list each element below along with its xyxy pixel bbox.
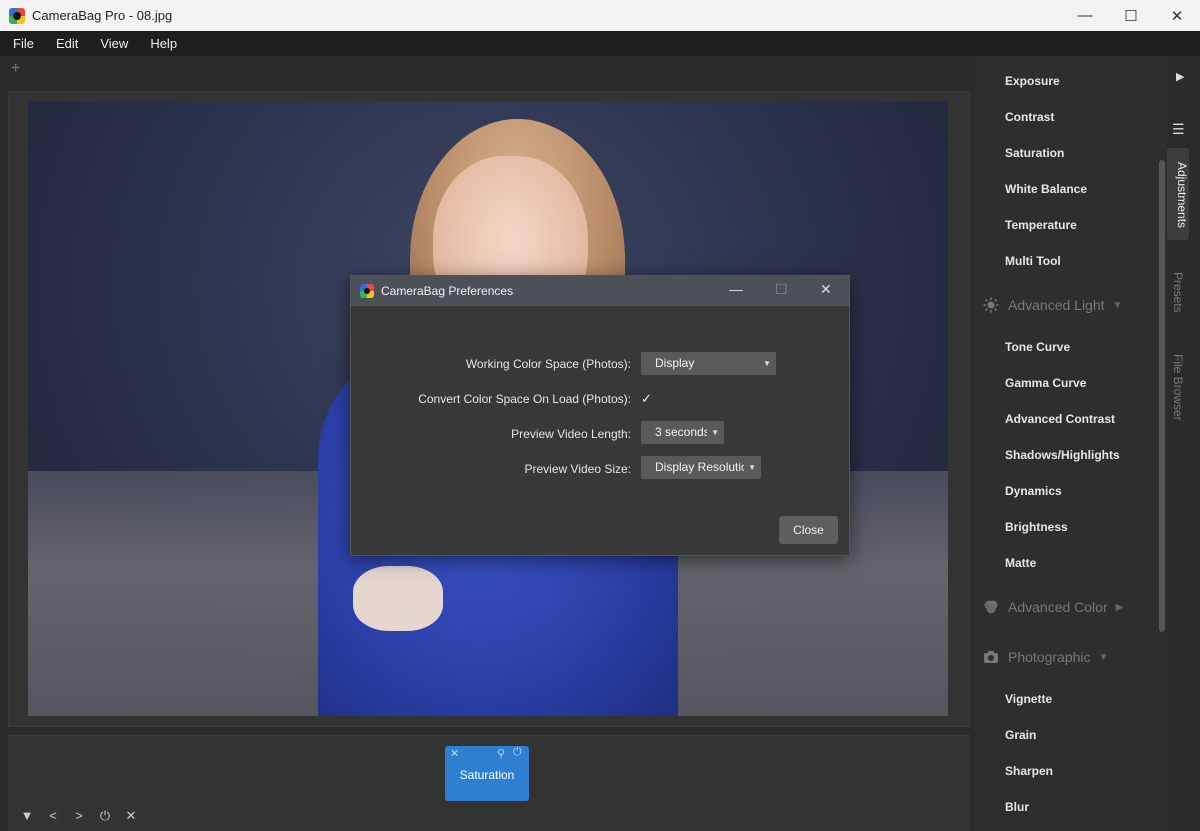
- camerabag-app-icon: [9, 7, 25, 24]
- adj-grain[interactable]: Grain: [1005, 728, 1036, 742]
- tab-adjustments[interactable]: Adjustments: [1167, 148, 1189, 240]
- close-button[interactable]: ✕: [1154, 0, 1200, 31]
- adj-multi-tool[interactable]: Multi Tool: [1005, 254, 1061, 268]
- adj-exposure[interactable]: Exposure: [1005, 74, 1060, 88]
- adj-contrast[interactable]: Contrast: [1005, 110, 1054, 124]
- chevron-down-icon: ▼: [1098, 651, 1109, 663]
- adj-temperature[interactable]: Temperature: [1005, 218, 1077, 232]
- adj-matte[interactable]: Matte: [1005, 556, 1036, 570]
- minimize-button[interactable]: —: [1062, 0, 1108, 31]
- adj-vignette[interactable]: Vignette: [1005, 692, 1052, 706]
- camera-icon: [983, 649, 999, 665]
- section-advanced-color[interactable]: Advanced Color ▶: [983, 599, 1123, 615]
- chip-pin-icon[interactable]: ⚲: [497, 747, 505, 760]
- sun-icon: [983, 297, 999, 313]
- preview-video-length-select[interactable]: 3 seconds ▼: [641, 421, 724, 444]
- play-icon[interactable]: ▶: [1176, 70, 1184, 83]
- color-icon: [983, 599, 999, 615]
- camerabag-app-icon: [360, 284, 374, 298]
- convert-color-space-label: Convert Color Space On Load (Photos):: [418, 392, 631, 406]
- dropdown-arrow-icon: ▼: [763, 359, 771, 368]
- select-value: Display: [655, 356, 695, 370]
- photo-hand: [353, 566, 443, 631]
- adj-shadows-highlights[interactable]: Shadows/Highlights: [1005, 448, 1120, 462]
- select-value: Display Resolution: [655, 460, 755, 474]
- working-color-space-select[interactable]: Display ▼: [641, 352, 776, 375]
- section-label: Photographic: [1008, 649, 1091, 665]
- working-color-space-label: Working Color Space (Photos):: [465, 357, 631, 371]
- preview-video-length-label: Preview Video Length:: [511, 427, 631, 441]
- title-bar: CameraBag Pro - 08.jpg — ☐ ✕: [0, 0, 1200, 31]
- menu-file[interactable]: File: [4, 36, 43, 51]
- previous-icon[interactable]: <: [40, 808, 66, 824]
- clear-icon[interactable]: ✕: [118, 808, 144, 824]
- dialog-title: CameraBag Preferences: [381, 284, 514, 298]
- chevron-down-icon: ▼: [1112, 299, 1123, 311]
- hamburger-menu-icon[interactable]: ☰: [1172, 121, 1185, 138]
- saturation-adjustment-chip[interactable]: ✕ ⚲ ⏻ Saturation: [445, 746, 529, 801]
- dropdown-arrow-icon: ▼: [707, 421, 719, 444]
- chip-label: Saturation: [459, 768, 515, 782]
- close-button[interactable]: Close: [779, 516, 838, 544]
- chip-power-icon[interactable]: ⏻: [513, 746, 522, 759]
- sidebar-scrollbar[interactable]: [1159, 160, 1165, 632]
- power-icon[interactable]: ⏻: [92, 808, 118, 824]
- maximize-button[interactable]: ☐: [1108, 0, 1154, 31]
- adj-sharpen[interactable]: Sharpen: [1005, 764, 1053, 778]
- adj-advanced-contrast[interactable]: Advanced Contrast: [1005, 412, 1115, 426]
- select-value: 3 seconds: [655, 425, 710, 439]
- dialog-close-icon[interactable]: ✕: [820, 281, 832, 298]
- menu-bar: File Edit View Help: [0, 31, 1200, 56]
- convert-color-space-checkbox[interactable]: ✓: [641, 391, 652, 407]
- collapse-icon[interactable]: ▼: [14, 808, 40, 824]
- adj-tone-curve[interactable]: Tone Curve: [1005, 340, 1070, 354]
- adj-brightness[interactable]: Brightness: [1005, 520, 1068, 534]
- adj-white-balance[interactable]: White Balance: [1005, 182, 1087, 196]
- dialog-maximize-button: ☐: [775, 281, 788, 297]
- add-tab-button[interactable]: +: [11, 60, 20, 78]
- section-label: Advanced Color: [1008, 599, 1108, 615]
- adj-blur[interactable]: Blur: [1005, 800, 1029, 814]
- menu-edit[interactable]: Edit: [47, 36, 87, 51]
- section-advanced-light[interactable]: Advanced Light ▼: [983, 297, 1122, 313]
- menu-help[interactable]: Help: [141, 36, 186, 51]
- adj-gamma-curve[interactable]: Gamma Curve: [1005, 376, 1086, 390]
- adj-saturation[interactable]: Saturation: [1005, 146, 1064, 160]
- chevron-right-icon: ▶: [1115, 601, 1124, 613]
- tab-presets[interactable]: Presets: [1171, 272, 1185, 313]
- bottom-controls: ▼ < > ⏻ ✕: [14, 808, 144, 824]
- window-title: CameraBag Pro - 08.jpg: [32, 8, 173, 23]
- dialog-minimize-button[interactable]: —: [729, 281, 743, 297]
- chip-remove-icon[interactable]: ✕: [450, 747, 459, 760]
- section-photographic[interactable]: Photographic ▼: [983, 649, 1108, 665]
- tab-file-browser[interactable]: File Browser: [1171, 354, 1185, 421]
- adj-dynamics[interactable]: Dynamics: [1005, 484, 1062, 498]
- section-label: Advanced Light: [1008, 297, 1105, 313]
- menu-view[interactable]: View: [91, 36, 137, 51]
- dropdown-arrow-icon: ▼: [744, 456, 756, 479]
- next-icon[interactable]: >: [66, 808, 92, 824]
- adjustments-sidebar: Exposure Contrast Saturation White Balan…: [975, 56, 1167, 831]
- preferences-dialog: CameraBag Preferences — ☐ ✕ Working Colo…: [350, 275, 850, 556]
- preview-video-size-select[interactable]: Display Resolution ▼: [641, 456, 761, 479]
- window-controls: — ☐ ✕: [1062, 0, 1200, 31]
- preview-video-size-label: Preview Video Size:: [524, 462, 632, 476]
